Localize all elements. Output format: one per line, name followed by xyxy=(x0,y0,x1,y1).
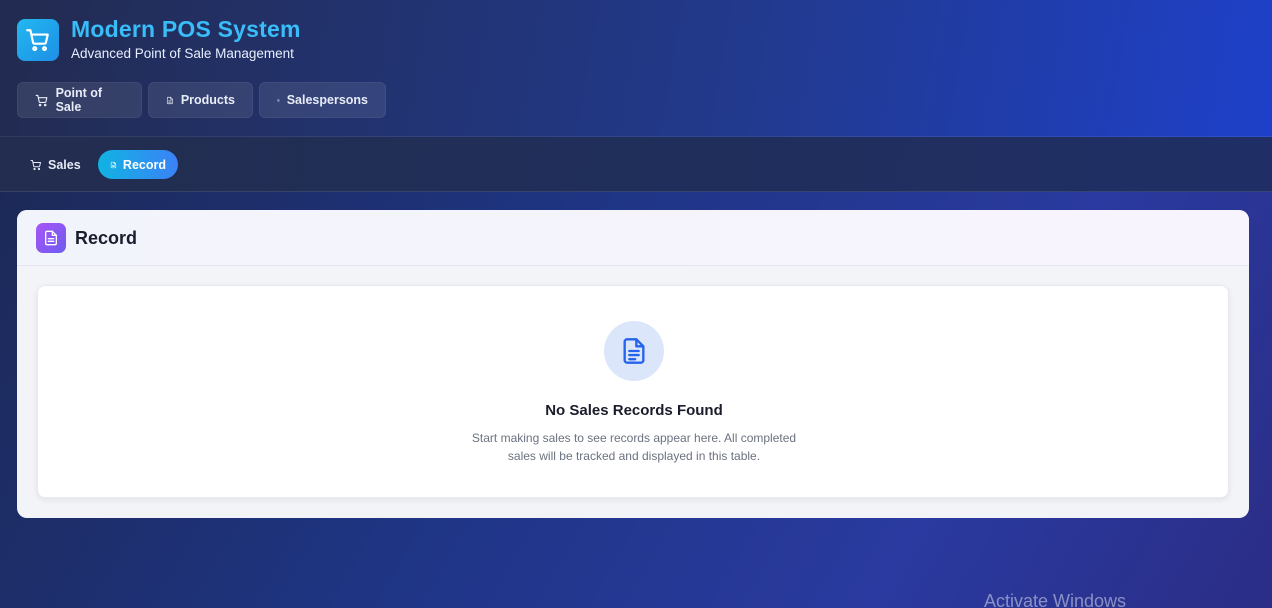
document-icon xyxy=(166,96,173,104)
record-panel: Record No Sales Records Found Start maki… xyxy=(17,210,1249,518)
dollar-icon xyxy=(277,98,280,102)
empty-state-card: No Sales Records Found Start making sale… xyxy=(37,285,1229,498)
document-icon xyxy=(604,321,664,381)
tab-sales[interactable]: Sales xyxy=(18,150,93,179)
panel-header: Record xyxy=(17,210,1249,266)
document-icon xyxy=(36,223,66,253)
cart-icon xyxy=(30,159,41,170)
nav-label: Products xyxy=(180,93,235,107)
nav-products[interactable]: Products xyxy=(148,82,253,118)
cart-icon xyxy=(17,19,59,61)
app-header: Modern POS System Advanced Point of Sale… xyxy=(0,0,1272,137)
document-icon xyxy=(110,161,117,168)
activation-watermark: Activate Windows xyxy=(984,591,1127,608)
nav-point-of-sale[interactable]: Point of Sale xyxy=(17,82,142,118)
empty-state-title: No Sales Records Found xyxy=(545,402,723,419)
panel-title: Record xyxy=(75,228,138,248)
tab-record[interactable]: Record xyxy=(98,150,178,179)
sub-navigation xyxy=(0,137,1272,192)
tab-label: Sales xyxy=(48,157,81,172)
tab-label: Record xyxy=(122,157,166,172)
nav-label: Point of Sale xyxy=(55,86,103,114)
nav-salespersons[interactable]: Salespersons xyxy=(259,82,386,118)
nav-label: Salespersons xyxy=(286,93,368,107)
empty-state-description: Start making sales to see records appear… xyxy=(471,431,797,463)
app-title: Modern POS System xyxy=(71,16,301,42)
app-subtitle: Advanced Point of Sale Management xyxy=(71,46,294,61)
cart-icon xyxy=(35,94,48,106)
